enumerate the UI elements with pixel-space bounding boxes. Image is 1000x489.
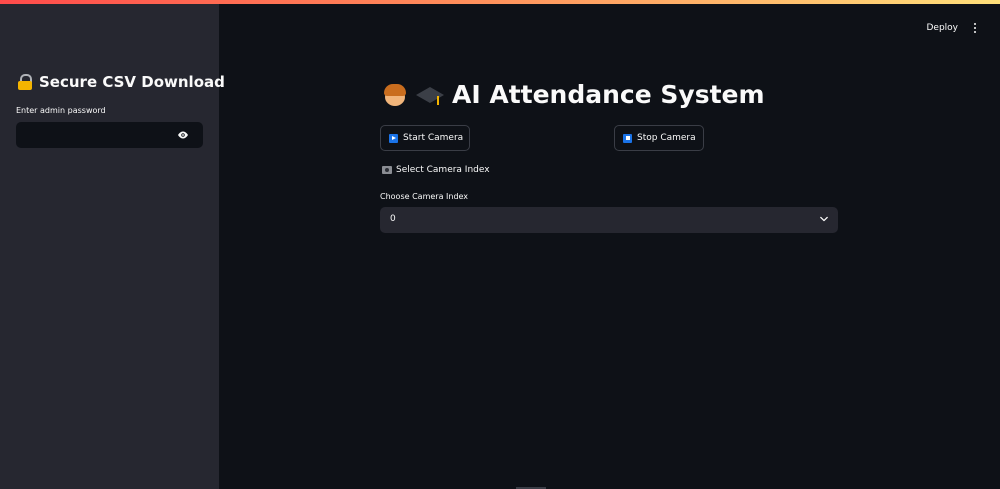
play-icon	[389, 133, 398, 143]
camera-icon	[382, 166, 392, 174]
password-input[interactable]	[16, 122, 176, 148]
camera-index-select[interactable]: 0	[380, 207, 838, 233]
graduation-cap-icon	[416, 83, 444, 107]
password-label: Enter admin password	[16, 106, 106, 115]
camera-section-text: Select Camera Index	[396, 165, 490, 175]
stop-icon	[623, 133, 632, 143]
deploy-button[interactable]: Deploy	[926, 23, 958, 33]
page-title: AI Attendance System	[382, 80, 765, 109]
person-emoji-icon	[382, 82, 408, 108]
sidebar: Secure CSV Download Enter admin password	[0, 4, 225, 489]
password-field-container	[16, 122, 203, 148]
stop-camera-label: Stop Camera	[637, 133, 696, 143]
page-title-text: AI Attendance System	[452, 80, 765, 109]
more-vertical-icon[interactable]	[972, 23, 978, 35]
stop-camera-button[interactable]: Stop Camera	[614, 125, 704, 151]
sidebar-title-text: Secure CSV Download	[39, 73, 225, 91]
start-camera-button[interactable]: Start Camera	[380, 125, 470, 151]
app-root: Secure CSV Download Enter admin password…	[0, 0, 1000, 489]
eye-icon[interactable]	[177, 130, 189, 140]
lock-icon	[17, 74, 33, 90]
sidebar-title: Secure CSV Download	[17, 73, 225, 91]
chevron-down-icon	[820, 216, 828, 222]
start-camera-label: Start Camera	[403, 133, 464, 143]
camera-index-label: Choose Camera Index	[380, 192, 469, 201]
camera-section-heading: Select Camera Index	[382, 165, 490, 175]
camera-index-value: 0	[390, 214, 396, 224]
